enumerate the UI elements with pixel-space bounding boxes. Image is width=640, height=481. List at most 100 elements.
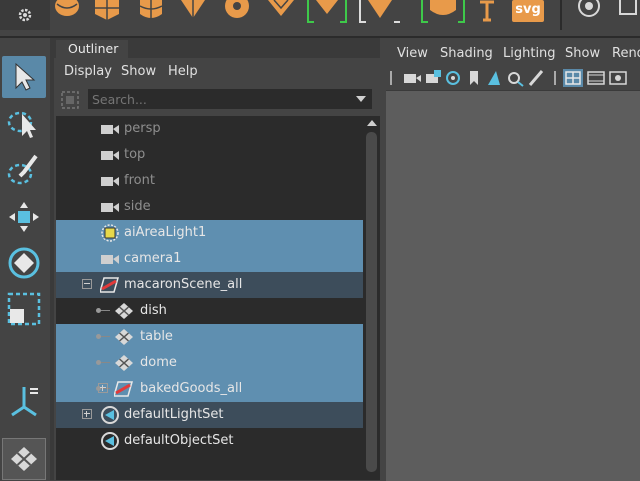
scrollbar-thumb[interactable] bbox=[366, 132, 377, 472]
mesh-icon bbox=[114, 328, 134, 346]
outliner-row[interactable]: defaultLightSet bbox=[56, 402, 363, 428]
move-tool-button[interactable] bbox=[2, 196, 46, 238]
rotate-icon bbox=[8, 247, 40, 279]
2d-pan-zoom-icon bbox=[508, 72, 524, 87]
soft-select-button[interactable] bbox=[2, 438, 46, 480]
text-icon[interactable] bbox=[476, 0, 498, 28]
filter-icon[interactable] bbox=[60, 90, 80, 110]
platonic-icon[interactable] bbox=[304, 0, 350, 28]
mesh-icon bbox=[114, 302, 134, 320]
camera-icon bbox=[100, 120, 120, 138]
outliner-row[interactable]: dish bbox=[56, 298, 363, 324]
outliner-row-label: defaultObjectSet bbox=[124, 433, 234, 448]
svg-label: svg bbox=[515, 2, 541, 17]
expand-icon[interactable] bbox=[82, 409, 92, 419]
scroll-up-arrow-icon[interactable] bbox=[367, 120, 377, 126]
expand-icon[interactable] bbox=[98, 383, 108, 393]
outliner-row[interactable]: persp bbox=[56, 116, 363, 142]
grease-pencil-icon bbox=[528, 70, 544, 86]
lasso-tool-button[interactable] bbox=[2, 104, 46, 146]
shelf: svg bbox=[0, 0, 640, 36]
outliner-row[interactable]: camera1 bbox=[56, 246, 363, 272]
tree-connector-dot bbox=[96, 360, 101, 365]
toolbox bbox=[0, 38, 50, 480]
outliner-row-label: dome bbox=[140, 355, 177, 370]
svg-button[interactable]: svg bbox=[512, 0, 544, 22]
outliner-row-label: dish bbox=[140, 303, 167, 318]
menu-show[interactable]: Show bbox=[121, 64, 156, 79]
pyramid-icon[interactable] bbox=[356, 0, 404, 28]
menu-show-viewport[interactable]: Show bbox=[565, 46, 600, 61]
torus-icon[interactable] bbox=[222, 0, 252, 28]
plane-icon[interactable] bbox=[264, 0, 298, 28]
camera-icon bbox=[100, 198, 120, 216]
outliner-scrollbar[interactable] bbox=[363, 116, 380, 480]
outliner-tree: persp top front side aiAreaLight1 camera1 maca… bbox=[56, 116, 363, 480]
paint-select-tool-button[interactable] bbox=[2, 150, 46, 192]
gear-icon bbox=[18, 8, 32, 22]
outliner-row[interactable]: top bbox=[56, 142, 363, 168]
lasso-icon bbox=[7, 111, 36, 138]
menu-view[interactable]: View bbox=[397, 46, 428, 61]
outliner-row[interactable]: table bbox=[56, 324, 363, 350]
cone-icon[interactable] bbox=[178, 0, 208, 28]
camera-icon bbox=[100, 146, 120, 164]
outliner-row-label: aiAreaLight1 bbox=[124, 225, 207, 240]
camera-icon bbox=[100, 250, 120, 268]
search-input[interactable] bbox=[92, 89, 342, 109]
sphere-icon[interactable] bbox=[52, 0, 82, 28]
outliner-row-label: defaultLightSet bbox=[124, 407, 224, 422]
outliner-row[interactable]: bakedGoods_all bbox=[56, 376, 363, 402]
manipulator-icon bbox=[11, 387, 38, 417]
search-box bbox=[88, 89, 372, 109]
sweep-mesh-icon[interactable] bbox=[574, 0, 604, 28]
mesh-icon bbox=[114, 354, 134, 372]
viewport-toolbar bbox=[386, 66, 640, 90]
collapse-icon[interactable] bbox=[82, 279, 92, 289]
type-tool-icon[interactable] bbox=[616, 0, 640, 28]
outliner-row[interactable]: aiAreaLight1 bbox=[56, 220, 363, 246]
set-icon bbox=[100, 432, 120, 450]
group-transform-icon bbox=[99, 276, 120, 294]
lock-camera-icon bbox=[426, 70, 441, 83]
menu-renderer[interactable]: Rend bbox=[612, 46, 640, 61]
grid-icon bbox=[563, 69, 583, 87]
outliner-menu-bar: Display Show Help bbox=[56, 59, 380, 85]
outliner-row-label: table bbox=[140, 329, 173, 344]
rotate-tool-button[interactable] bbox=[2, 242, 46, 284]
outliner-row[interactable]: dome bbox=[56, 350, 363, 376]
shelf-divider bbox=[560, 0, 562, 30]
tab-outliner[interactable]: Outliner bbox=[56, 40, 128, 58]
cylinder-icon[interactable] bbox=[136, 0, 166, 28]
menu-help[interactable]: Help bbox=[168, 64, 198, 79]
search-dropdown-arrow-icon[interactable] bbox=[356, 96, 366, 102]
menu-display[interactable]: Display bbox=[64, 64, 112, 79]
outliner-row-label: macaronScene_all bbox=[124, 277, 243, 292]
tree-connector-dot bbox=[96, 308, 101, 313]
image-plane-icon bbox=[488, 71, 500, 85]
group-transform-icon bbox=[113, 380, 134, 398]
outliner-row[interactable]: front bbox=[56, 168, 363, 194]
move-icon bbox=[9, 202, 39, 232]
menu-lighting[interactable]: Lighting bbox=[503, 46, 556, 61]
camera-select-icon bbox=[404, 74, 421, 83]
tree-connector-dot bbox=[96, 334, 101, 339]
outliner-row[interactable]: macaronScene_all bbox=[56, 272, 363, 298]
area-light-icon bbox=[100, 224, 120, 242]
cube-icon[interactable] bbox=[92, 0, 122, 28]
outliner-search-row bbox=[56, 85, 380, 115]
menu-shading[interactable]: Shading bbox=[440, 46, 493, 61]
universal-manipulator-button[interactable] bbox=[2, 380, 46, 422]
shelf-gear-button[interactable] bbox=[0, 0, 50, 30]
outliner-row[interactable]: defaultObjectSet bbox=[56, 428, 363, 454]
viewport-canvas[interactable] bbox=[386, 90, 640, 481]
camera-icon bbox=[100, 172, 120, 190]
select-arrow-icon bbox=[15, 62, 36, 91]
toolbox-divider bbox=[50, 38, 54, 480]
select-tool-button[interactable] bbox=[2, 56, 46, 98]
resolution-gate-icon bbox=[609, 71, 627, 85]
outliner-row[interactable]: side bbox=[56, 194, 363, 220]
outliner-row-label: camera1 bbox=[124, 251, 182, 266]
pipe-icon[interactable] bbox=[418, 0, 468, 28]
scale-tool-button[interactable] bbox=[2, 288, 46, 330]
